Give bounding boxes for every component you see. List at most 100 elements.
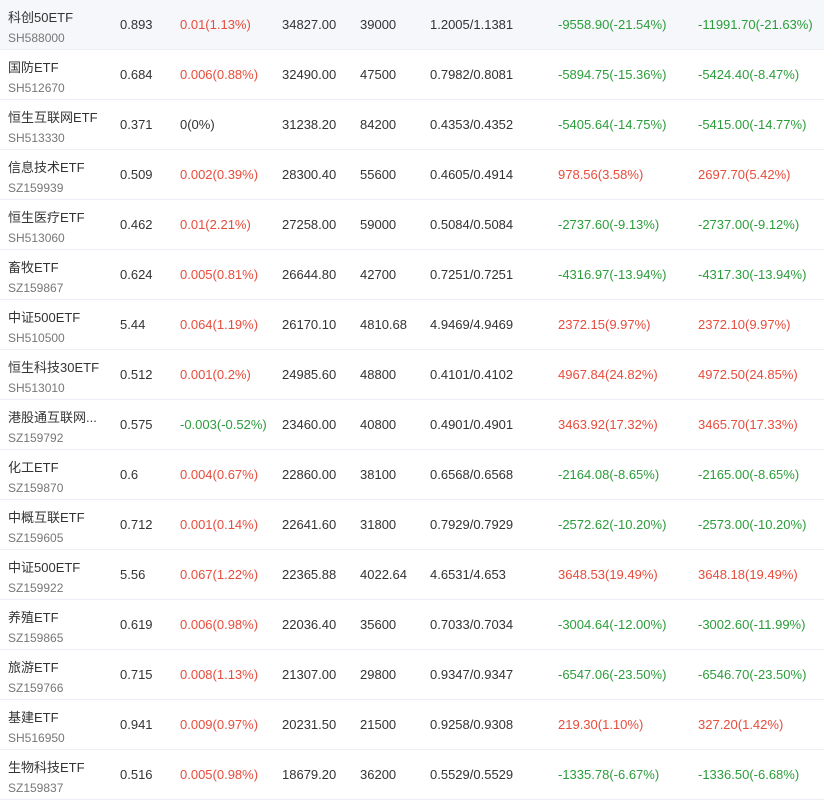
- daily-change: 0.006(0.88%): [180, 67, 259, 82]
- table-row[interactable]: 信息技术ETF SZ159939 0.509 0.002(0.39%) 2830…: [0, 150, 824, 200]
- fund-name-link[interactable]: 基建ETF: [8, 707, 102, 726]
- cumulative-profit-loss: -3002.60(-11.99%): [698, 617, 806, 632]
- fund-name-link[interactable]: 养殖ETF: [8, 607, 102, 626]
- daily-change: 0.006(0.98%): [180, 617, 259, 632]
- cumulative-profit-loss: -6546.70(-23.50%): [698, 667, 807, 682]
- market-value: 23460.00: [282, 417, 337, 432]
- fund-name-link[interactable]: 恒生科技30ETF: [8, 357, 102, 376]
- cumulative-profit-loss: -2573.00(-10.20%): [698, 517, 807, 532]
- current-price: 5.44: [120, 317, 146, 332]
- holding-profit-loss: -2164.08(-8.65%): [558, 467, 660, 482]
- market-value: 28300.40: [282, 167, 337, 182]
- table-row[interactable]: 恒生互联网ETF SH513330 0.371 0(0%) 31238.20 8…: [0, 100, 824, 150]
- fund-name-link[interactable]: 中证500ETF: [8, 557, 102, 576]
- fund-name-link[interactable]: 恒生互联网ETF: [8, 107, 102, 126]
- fund-code: SZ159870: [8, 481, 64, 495]
- fund-name-link[interactable]: 信息技术ETF: [8, 157, 102, 176]
- fund-name-cell[interactable]: 中证500ETF SZ159922: [8, 550, 108, 599]
- fund-code: SZ159867: [8, 281, 64, 295]
- holding-shares: 21500: [360, 717, 397, 732]
- holding-profit-loss: 978.56(3.58%): [558, 167, 644, 182]
- current-price: 0.624: [120, 267, 153, 282]
- cumulative-profit-loss: 3648.18(19.49%): [698, 567, 798, 582]
- holding-shares: 42700: [360, 267, 397, 282]
- holding-shares: 38100: [360, 467, 397, 482]
- table-row[interactable]: 中概互联ETF SZ159605 0.712 0.001(0.14%) 2264…: [0, 500, 824, 550]
- holding-shares: 40800: [360, 417, 397, 432]
- current-price: 5.56: [120, 567, 146, 582]
- cumulative-profit-loss: 327.20(1.42%): [698, 717, 784, 732]
- holding-profit-loss: -2737.60(-9.13%): [558, 217, 660, 232]
- fund-name-cell[interactable]: 信息技术ETF SZ159939: [8, 150, 108, 199]
- market-value: 18679.20: [282, 767, 337, 782]
- fund-name-link[interactable]: 中证500ETF: [8, 307, 102, 326]
- cost-price: 0.5084/0.5084: [430, 217, 514, 232]
- cost-price: 0.9258/0.9308: [430, 717, 514, 732]
- current-price: 0.684: [120, 67, 153, 82]
- market-value: 22036.40: [282, 617, 337, 632]
- fund-name-link[interactable]: 畜牧ETF: [8, 257, 102, 276]
- market-value: 22365.88: [282, 567, 337, 582]
- table-row[interactable]: 旅游ETF SZ159766 0.715 0.008(1.13%) 21307.…: [0, 650, 824, 700]
- holding-shares: 39000: [360, 17, 397, 32]
- current-price: 0.371: [120, 117, 153, 132]
- fund-name-link[interactable]: 港股通互联网...: [8, 407, 102, 426]
- market-value: 26170.10: [282, 317, 337, 332]
- fund-name-cell[interactable]: 国防ETF SH512670: [8, 50, 108, 99]
- holding-profit-loss: 219.30(1.10%): [558, 717, 644, 732]
- holding-profit-loss: 3463.92(17.32%): [558, 417, 658, 432]
- fund-name-link[interactable]: 中概互联ETF: [8, 507, 102, 526]
- cost-price: 0.4101/0.4102: [430, 367, 514, 382]
- table-row[interactable]: 养殖ETF SZ159865 0.619 0.006(0.98%) 22036.…: [0, 600, 824, 650]
- holding-shares: 31800: [360, 517, 397, 532]
- fund-name-cell[interactable]: 生物科技ETF SZ159837: [8, 750, 108, 799]
- fund-name-link[interactable]: 国防ETF: [8, 57, 102, 76]
- market-value: 26644.80: [282, 267, 337, 282]
- fund-code: SZ159922: [8, 581, 64, 595]
- fund-name-cell[interactable]: 中概互联ETF SZ159605: [8, 500, 108, 549]
- daily-change: 0.001(0.2%): [180, 367, 251, 382]
- fund-name-cell[interactable]: 化工ETF SZ159870: [8, 450, 108, 499]
- holding-profit-loss: -2572.62(-10.20%): [558, 517, 667, 532]
- fund-name-cell[interactable]: 科创50ETF SH588000: [8, 0, 108, 49]
- current-price: 0.893: [120, 17, 153, 32]
- cost-price: 0.6568/0.6568: [430, 467, 514, 482]
- fund-name-link[interactable]: 旅游ETF: [8, 657, 102, 676]
- fund-code: SZ159792: [8, 431, 64, 445]
- table-row[interactable]: 科创50ETF SH588000 0.893 0.01(1.13%) 34827…: [0, 0, 824, 50]
- market-value: 32490.00: [282, 67, 337, 82]
- holding-profit-loss: -5405.64(-14.75%): [558, 117, 667, 132]
- fund-name-cell[interactable]: 畜牧ETF SZ159867: [8, 250, 108, 299]
- daily-change: 0.067(1.22%): [180, 567, 259, 582]
- market-value: 21307.00: [282, 667, 337, 682]
- fund-name-cell[interactable]: 港股通互联网... SZ159792: [8, 400, 108, 449]
- table-row[interactable]: 中证500ETF SZ159922 5.56 0.067(1.22%) 2236…: [0, 550, 824, 600]
- table-row[interactable]: 化工ETF SZ159870 0.6 0.004(0.67%) 22860.00…: [0, 450, 824, 500]
- fund-name-cell[interactable]: 基建ETF SH516950: [8, 700, 108, 749]
- fund-name-link[interactable]: 科创50ETF: [8, 7, 102, 26]
- cumulative-profit-loss: 3465.70(17.33%): [698, 417, 798, 432]
- fund-name-cell[interactable]: 旅游ETF SZ159766: [8, 650, 108, 699]
- holding-shares: 48800: [360, 367, 397, 382]
- table-row[interactable]: 基建ETF SH516950 0.941 0.009(0.97%) 20231.…: [0, 700, 824, 750]
- fund-name-link[interactable]: 化工ETF: [8, 457, 102, 476]
- table-row[interactable]: 恒生科技30ETF SH513010 0.512 0.001(0.2%) 249…: [0, 350, 824, 400]
- fund-name-cell[interactable]: 恒生医疗ETF SH513060: [8, 200, 108, 249]
- fund-name-cell[interactable]: 中证500ETF SH510500: [8, 300, 108, 349]
- table-row[interactable]: 畜牧ETF SZ159867 0.624 0.005(0.81%) 26644.…: [0, 250, 824, 300]
- fund-name-cell[interactable]: 恒生科技30ETF SH513010: [8, 350, 108, 399]
- fund-name-link[interactable]: 恒生医疗ETF: [8, 207, 102, 226]
- table-row[interactable]: 国防ETF SH512670 0.684 0.006(0.88%) 32490.…: [0, 50, 824, 100]
- table-row[interactable]: 港股通互联网... SZ159792 0.575 -0.003(-0.52%) …: [0, 400, 824, 450]
- cumulative-profit-loss: 4972.50(24.85%): [698, 367, 798, 382]
- table-row[interactable]: 中证500ETF SH510500 5.44 0.064(1.19%) 2617…: [0, 300, 824, 350]
- table-row[interactable]: 恒生医疗ETF SH513060 0.462 0.01(2.21%) 27258…: [0, 200, 824, 250]
- fund-name-link[interactable]: 生物科技ETF: [8, 757, 102, 776]
- table-row[interactable]: 生物科技ETF SZ159837 0.516 0.005(0.98%) 1867…: [0, 750, 824, 800]
- fund-code: SH513010: [8, 381, 65, 395]
- current-price: 0.509: [120, 167, 153, 182]
- fund-name-cell[interactable]: 养殖ETF SZ159865: [8, 600, 108, 649]
- current-price: 0.512: [120, 367, 153, 382]
- fund-name-cell[interactable]: 恒生互联网ETF SH513330: [8, 100, 108, 149]
- market-value: 22641.60: [282, 517, 337, 532]
